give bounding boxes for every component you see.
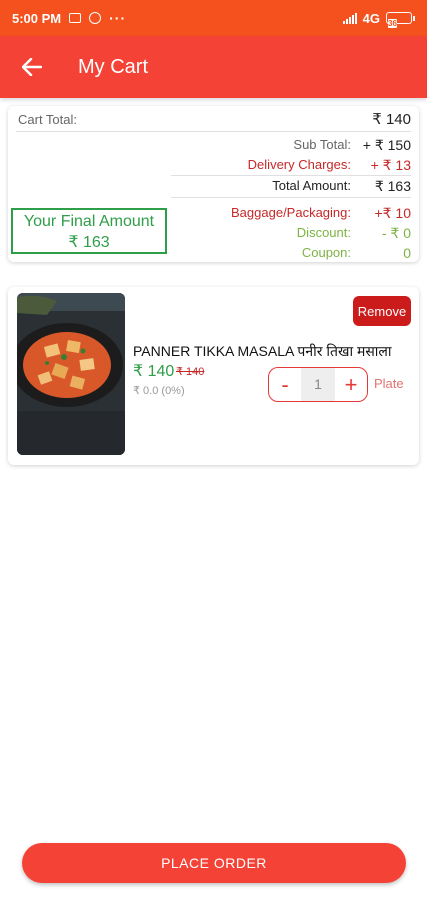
battery-level: 36 [388, 19, 397, 28]
status-time: 5:00 PM [12, 10, 62, 26]
cart-total-value: ₹ 140 [372, 111, 411, 128]
summary-divider [16, 131, 411, 132]
final-amount-label: Your Final Amount [23, 213, 155, 230]
coupon-label: Coupon: [301, 245, 351, 260]
quantity-value[interactable]: 1 [301, 368, 335, 401]
sub-total-row: Sub Total: + ₹ 150 [171, 137, 411, 153]
screen-icon [69, 13, 82, 23]
signal-icon [342, 12, 357, 24]
item-name: PANNER TIKKA MASALA पनीर तिखा मसाला [133, 343, 392, 359]
item-discount: ₹ 0.0 (0%) [133, 385, 185, 397]
back-arrow-icon [22, 58, 42, 76]
discount-row: Discount: - ₹ 0 [171, 225, 411, 241]
summary-divider [171, 197, 411, 198]
battery-icon: 36 [386, 12, 415, 28]
delivery-value: + ₹ 13 [370, 157, 411, 173]
app-notification-icon [89, 12, 102, 24]
quantity-stepper: - 1 + [268, 367, 368, 402]
network-type: 4G [362, 10, 380, 26]
coupon-value: 0 [403, 245, 411, 261]
increase-quantity-button[interactable]: + [335, 369, 367, 401]
cart-total-label: Cart Total: [18, 112, 78, 127]
final-amount-value: ₹ 163 [68, 234, 110, 251]
app-bar: My Cart [0, 36, 427, 98]
page-title: My Cart [78, 55, 148, 78]
summary-divider [171, 175, 411, 176]
baggage-row: Baggage/Packaging: +₹ 10 [171, 205, 411, 221]
cart-item-card: Remove PANNER TIKKA MASALA पनीर तिखा मसा… [8, 287, 419, 465]
decrease-quantity-button[interactable]: - [269, 369, 301, 401]
cart-summary-card: Cart Total: ₹ 140 Sub Total: + ₹ 150 Del… [8, 106, 419, 262]
final-amount-box: Your Final Amount ₹ 163 [11, 208, 167, 254]
discount-value: - ₹ 0 [381, 225, 411, 241]
baggage-value: +₹ 10 [374, 205, 411, 221]
back-button[interactable] [0, 36, 64, 98]
delivery-row: Delivery Charges: + ₹ 13 [171, 157, 411, 173]
item-price: ₹ 140 [133, 363, 175, 380]
food-image [17, 293, 125, 455]
discount-label: Discount: [296, 225, 351, 240]
item-unit: Plate [374, 376, 404, 391]
item-old-price: ₹ 140 [176, 366, 205, 378]
coupon-row: Coupon: 0 [171, 245, 411, 261]
total-amount-row: Total Amount: ₹ 163 [171, 178, 411, 194]
sub-total-value: + ₹ 150 [362, 137, 411, 153]
total-amount-value: ₹ 163 [374, 178, 411, 194]
status-bar: 5:00 PM ··· 4G 36 [0, 0, 427, 36]
remove-button[interactable]: Remove [353, 296, 411, 326]
place-order-button[interactable]: PLACE ORDER [22, 843, 406, 883]
more-notifications-icon: ··· [109, 10, 127, 26]
